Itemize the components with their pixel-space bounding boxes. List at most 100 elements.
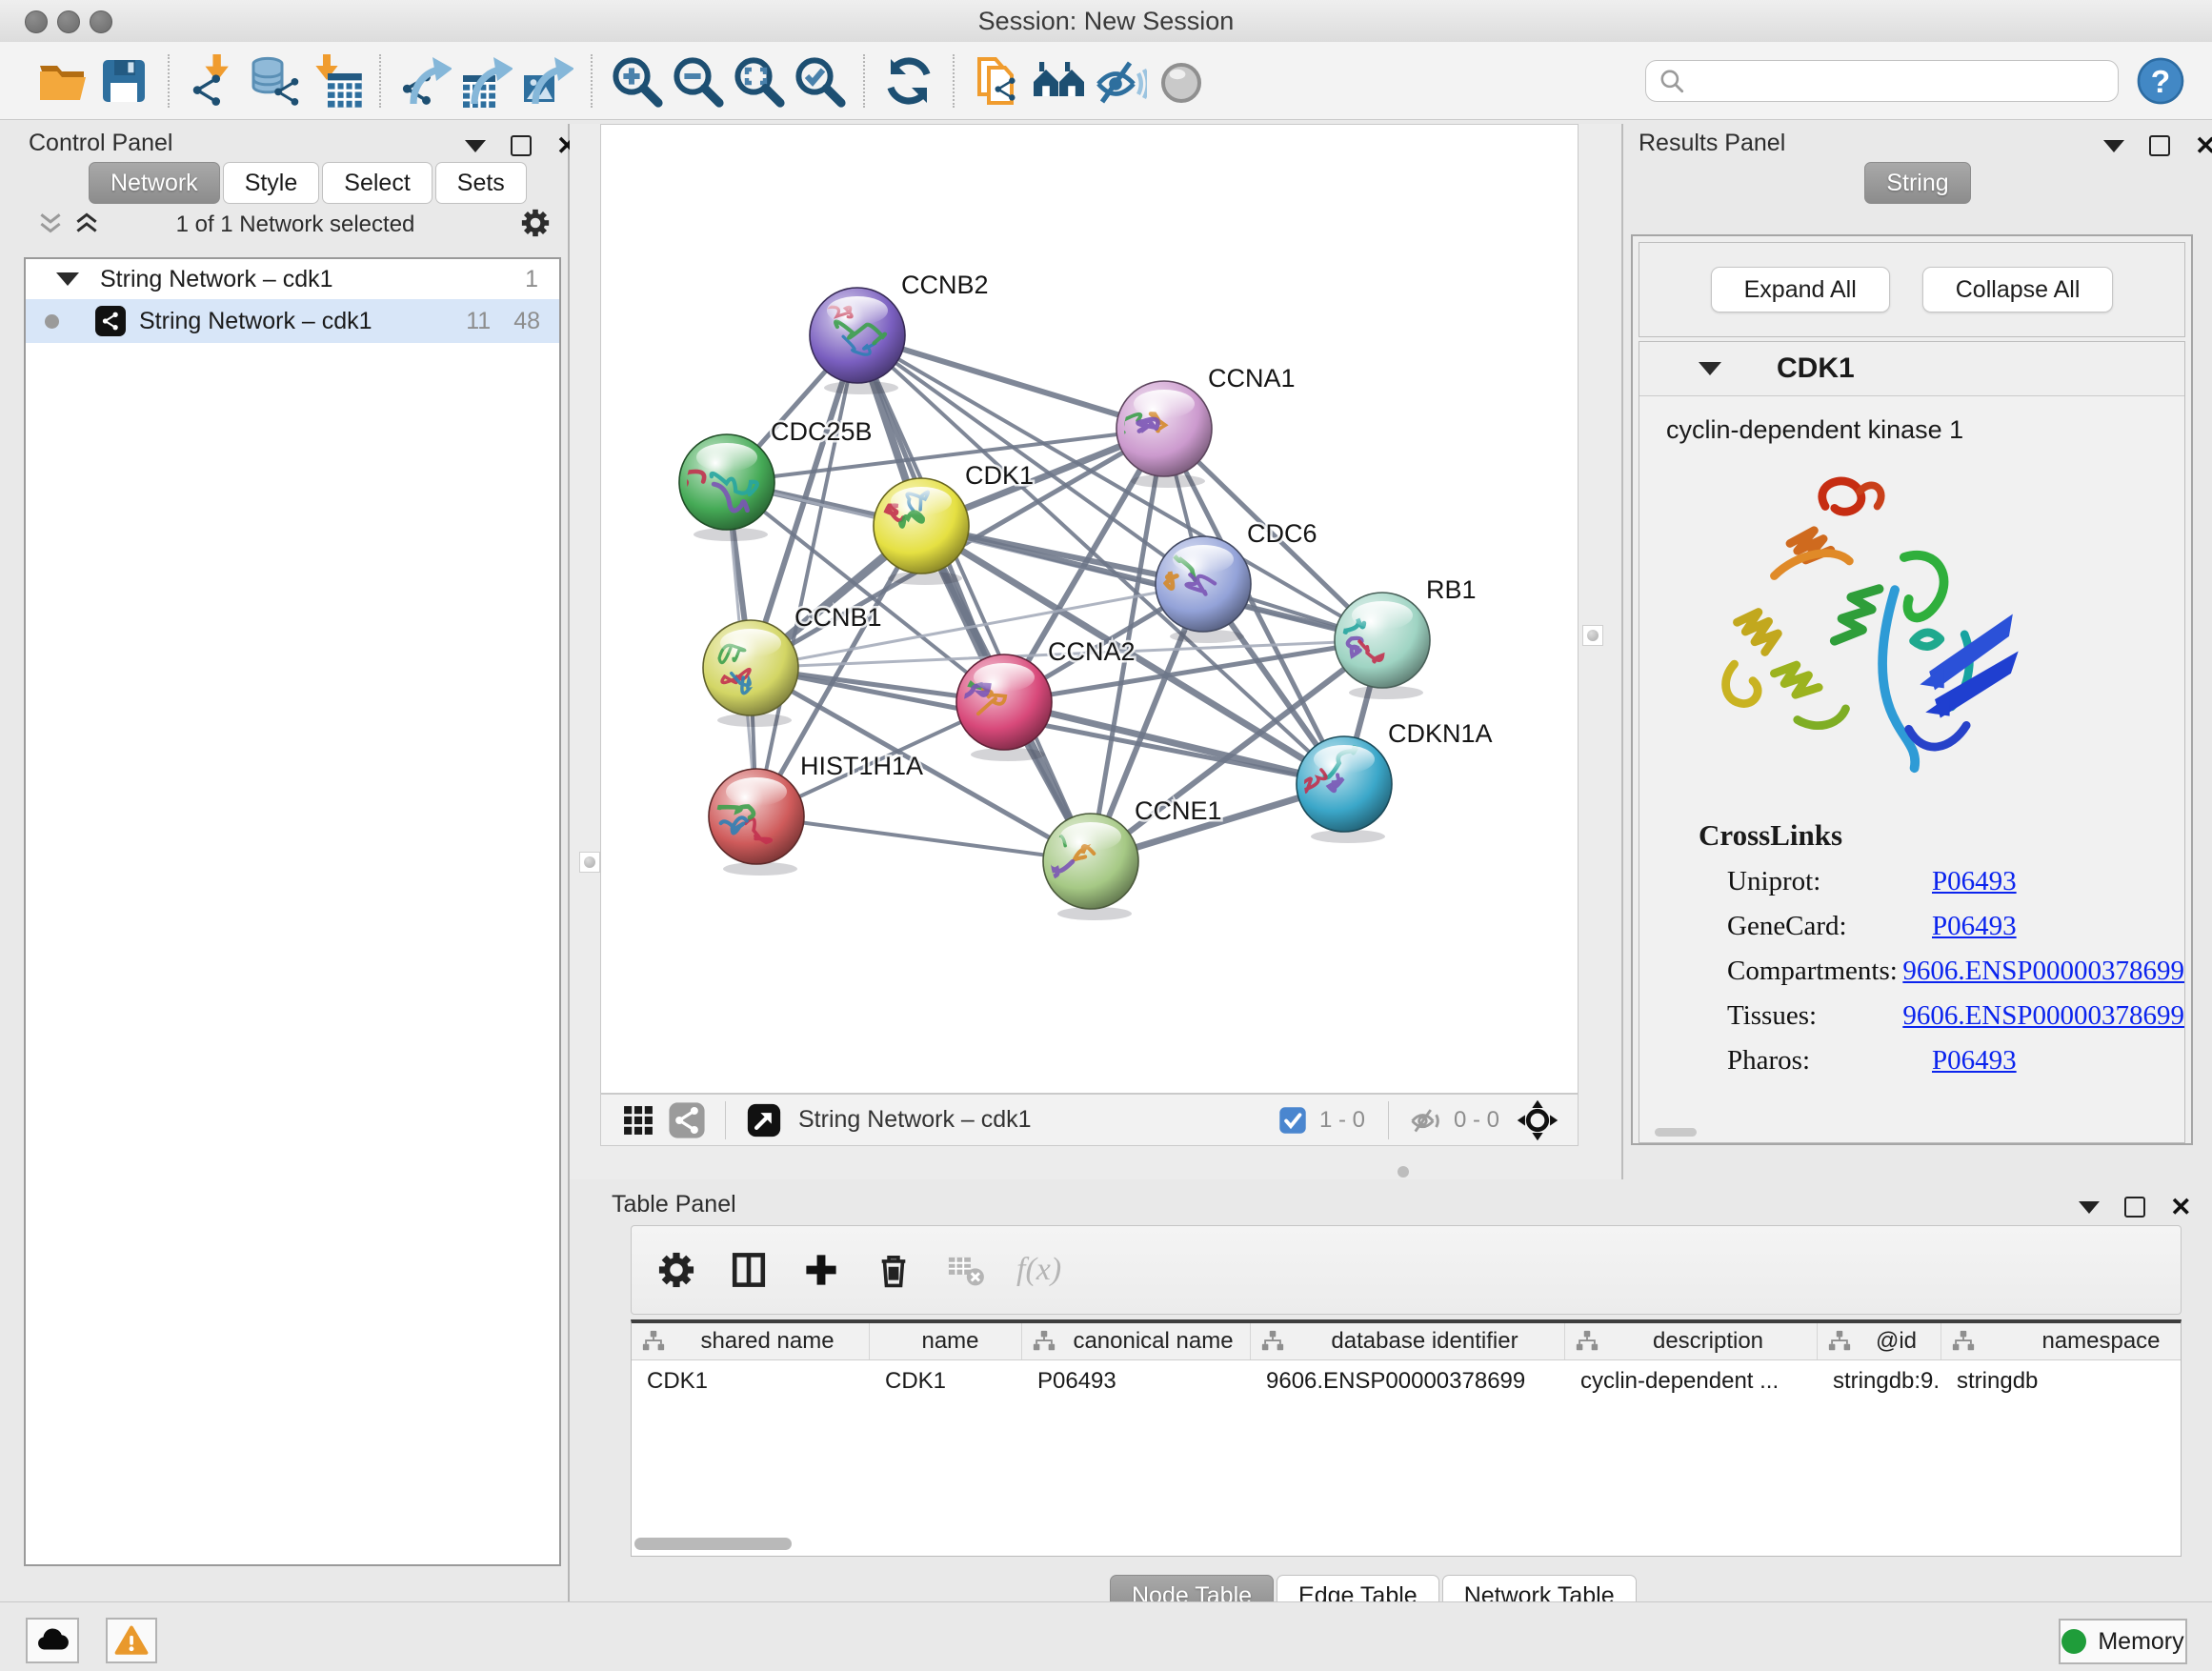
tab-string[interactable]: String [1864, 162, 1970, 204]
float-panel-icon[interactable] [511, 135, 532, 156]
hidden-eye-icon[interactable] [1408, 1103, 1442, 1137]
network-collection-row[interactable]: String Network – cdk1 1 [26, 259, 559, 299]
cell-canonicalname[interactable]: P06493 [1022, 1368, 1251, 1395]
svg-text:?: ? [2151, 65, 2170, 100]
save-session-icon[interactable] [93, 50, 154, 111]
hide-selected-nodes-icon[interactable] [1090, 50, 1151, 111]
refresh-view-icon[interactable] [878, 50, 939, 111]
search-input[interactable] [1686, 67, 2090, 95]
new-network-from-selection-icon[interactable] [968, 50, 1029, 111]
toolbar-separator [379, 54, 381, 108]
close-results-icon[interactable]: ✕ [2195, 137, 2212, 154]
expand-all-button[interactable]: Expand All [1711, 267, 1890, 312]
import-table-icon[interactable] [305, 50, 366, 111]
network-options-gear-icon[interactable] [518, 206, 553, 240]
selected-checkbox-icon[interactable] [1277, 1105, 1308, 1136]
gene-description: cyclin-dependent kinase 1 [1666, 415, 2184, 445]
string-view-icon[interactable] [668, 1101, 706, 1139]
table-hscroll-thumb[interactable] [634, 1538, 792, 1550]
crosslink-link[interactable]: P06493 [1932, 866, 2017, 897]
column-header-name[interactable]: name [870, 1323, 1022, 1359]
search-box[interactable] [1645, 60, 2119, 102]
node-CCNB1 [703, 620, 798, 715]
crosslink-link[interactable]: 9606.ENSP00000378699 [1902, 1000, 2184, 1032]
open-in-new-window-icon[interactable] [745, 1101, 783, 1139]
show-columns-icon[interactable] [727, 1248, 771, 1292]
column-virtual-icon [641, 1329, 666, 1354]
left-splitter-handle[interactable] [579, 852, 600, 873]
status-bar: Memory [0, 1601, 2212, 1671]
string-network-icon [95, 306, 126, 336]
grid-view-icon[interactable] [620, 1102, 656, 1138]
node-HIST1H1A [709, 769, 804, 864]
create-column-icon[interactable] [799, 1248, 843, 1292]
function-builder-icon: f(x) [1016, 1252, 1061, 1288]
table-toolbar: f(x) [631, 1225, 2182, 1315]
control-panel: Control Panel ✕ NetworkStyleSelectSets 1… [0, 124, 570, 1601]
crosslink-link[interactable]: 9606.ENSP00000378699 [1902, 956, 2184, 987]
zoom-out-icon[interactable] [667, 50, 728, 111]
hidden-node-edge-counts: 0 - 0 [1454, 1107, 1499, 1134]
column-header-description[interactable]: description [1565, 1323, 1818, 1359]
cell-sharedname[interactable]: CDK1 [632, 1368, 870, 1395]
memory-button[interactable]: Memory [2059, 1619, 2187, 1664]
network-canvas[interactable]: CCNB2CCNA1CDC25BCDK1CDC6RB1CCNB1CCNA2CDK… [600, 124, 1579, 1094]
open-session-icon[interactable] [32, 50, 93, 111]
cell-id[interactable]: stringdb:9... [1818, 1368, 1941, 1395]
collapse-all-button[interactable]: Collapse All [1922, 267, 2114, 312]
network-row[interactable]: String Network – cdk1 11 48 [26, 299, 559, 343]
memory-label: Memory [2098, 1628, 2183, 1656]
export-table-icon[interactable] [455, 50, 516, 111]
node-CDC6 [1156, 536, 1251, 632]
export-image-icon[interactable] [516, 50, 577, 111]
tab-network[interactable]: Network [89, 162, 220, 204]
crosslink-link[interactable]: P06493 [1932, 911, 2017, 942]
crosslink-link[interactable]: P06493 [1932, 1045, 2017, 1077]
cell-databaseidentifier[interactable]: 9606.ENSP00000378699 [1251, 1368, 1565, 1395]
column-settings-gear-icon[interactable] [654, 1248, 698, 1292]
close-table-icon[interactable]: ✕ [2170, 1198, 2192, 1216]
cloud-icon[interactable] [26, 1618, 79, 1663]
tab-sets[interactable]: Sets [435, 162, 527, 204]
import-network-from-database-icon[interactable] [244, 50, 305, 111]
collapse-panel-icon[interactable] [465, 140, 486, 152]
expand-all-networks-icon[interactable] [72, 210, 101, 238]
cell-name[interactable]: CDK1 [870, 1368, 1022, 1395]
collection-expander-icon[interactable] [56, 272, 79, 286]
table-row[interactable]: CDK1CDK1P064939606.ENSP00000378699cyclin… [632, 1360, 2181, 1402]
collapse-results-icon[interactable] [2103, 140, 2124, 152]
node-table[interactable]: shared namenamecanonical namedatabase id… [631, 1319, 2182, 1557]
column-header-databaseidentifier[interactable]: database identifier [1251, 1323, 1565, 1359]
float-results-icon[interactable] [2149, 135, 2170, 156]
zoom-in-icon[interactable] [606, 50, 667, 111]
column-header-canonicalname[interactable]: canonical name [1022, 1323, 1251, 1359]
cell-namespace[interactable]: stringdb [1941, 1368, 2182, 1395]
tab-select[interactable]: Select [322, 162, 432, 204]
results-hscroll-thumb[interactable] [1655, 1128, 1697, 1137]
zoom-fit-content-icon[interactable] [728, 50, 789, 111]
column-header-namespace[interactable]: namespace [1941, 1323, 2182, 1359]
right-splitter-handle[interactable] [1582, 625, 1603, 646]
float-table-icon[interactable] [2124, 1197, 2145, 1218]
network-edge-count: 48 [513, 308, 540, 335]
cell-description[interactable]: cyclin-dependent ... [1565, 1368, 1818, 1395]
collapse-table-icon[interactable] [2079, 1201, 2100, 1214]
tab-style[interactable]: Style [223, 162, 320, 204]
column-header-sharedname[interactable]: shared name [632, 1323, 870, 1359]
help-icon[interactable]: ? [2136, 56, 2185, 106]
delete-columns-icon[interactable] [872, 1248, 915, 1292]
collapse-all-networks-icon[interactable] [36, 210, 65, 238]
show-all-nodes-icon[interactable] [1151, 50, 1212, 111]
node-label-CDK1: CDK1 [965, 461, 1034, 490]
horizontal-splitter-handle[interactable] [1398, 1166, 1409, 1178]
network-current-indicator [45, 314, 59, 329]
gene-expander-icon[interactable] [1699, 362, 1721, 375]
export-network-icon[interactable] [394, 50, 455, 111]
zoom-selected-icon[interactable] [789, 50, 850, 111]
warning-icon[interactable] [106, 1618, 157, 1663]
birdseye-crosshair-icon[interactable] [1517, 1099, 1558, 1141]
first-neighbors-icon[interactable] [1029, 50, 1090, 111]
import-network-icon[interactable] [183, 50, 244, 111]
column-header-id[interactable]: @id [1818, 1323, 1941, 1359]
column-virtual-icon [1260, 1329, 1285, 1354]
